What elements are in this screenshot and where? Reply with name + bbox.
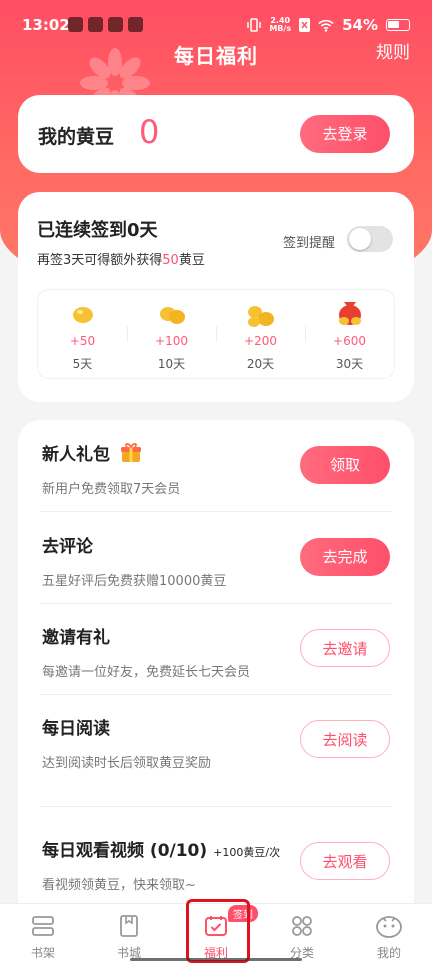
- task-name: 新人礼包: [42, 445, 110, 465]
- notification-icons: [68, 17, 143, 32]
- app-notification-icon: [88, 17, 103, 32]
- two-beans-icon: [159, 307, 185, 324]
- gift-icon: [121, 443, 141, 462]
- status-time: 13:02: [22, 16, 70, 34]
- my-beans-card: 我的黄豆 0 去登录: [18, 95, 414, 173]
- tab-mine[interactable]: 我的: [346, 904, 432, 964]
- my-beans-count: 0: [139, 113, 160, 151]
- claim-button[interactable]: 领取: [300, 446, 390, 484]
- tab-bookshelf[interactable]: 书架: [0, 904, 86, 964]
- signin-subtitle: 再签3天可得额外获得50黄豆: [37, 253, 205, 268]
- vibrate-icon: [247, 18, 262, 32]
- task-desc: 看视频领黄豆，快来领取~: [42, 878, 196, 893]
- task-item-daily-reading: 每日阅读 达到阅读时长后领取黄豆奖励 去阅读: [18, 694, 414, 807]
- battery-level: 54%: [342, 16, 378, 34]
- my-beans-label: 我的黄豆: [38, 126, 115, 148]
- task-item-review: 去评论 五星好评后免费获赠10000黄豆 去完成: [18, 512, 414, 604]
- task-desc: 每邀请一位好友，免费延长七天会员: [42, 665, 251, 680]
- tasks-card: 新人礼包 新用户免费领取7天会员 领取 去评论 五星好评后免费获赠10000黄豆…: [18, 420, 414, 920]
- divider: [40, 806, 392, 807]
- task-desc: 达到阅读时长后领取黄豆奖励: [42, 756, 212, 771]
- read-button[interactable]: 去阅读: [300, 720, 390, 758]
- status-right: 2.40 MB/s 54%: [247, 16, 410, 34]
- net-speed: 2.40 MB/s: [269, 16, 292, 33]
- bookstore-icon: [120, 915, 138, 937]
- signin-remind-label: 签到提醒: [283, 236, 336, 251]
- invite-button[interactable]: 去邀请: [300, 629, 390, 667]
- task-desc: 新用户免费领取7天会员: [42, 482, 181, 497]
- toggle-knob: [349, 228, 371, 250]
- task-name: 每日观看视频 (0/10) +100黄豆/次: [42, 841, 281, 861]
- bean-bag-icon: [338, 302, 361, 325]
- single-bean-icon: [72, 307, 93, 323]
- bean-pile-icon: [247, 306, 274, 327]
- milestone-item: +200 20天: [216, 290, 305, 378]
- task-item-watch-video: 每日观看视频 (0/10) +100黄豆/次 看视频领黄豆，快来领取~ 去观看: [18, 816, 414, 908]
- home-indicator: [130, 958, 302, 961]
- signin-milestones: +50 5天 +100 10天 +200 20天 +600 30天: [37, 289, 395, 379]
- signin-title: 已连续签到0天: [37, 220, 158, 241]
- battery-icon: [386, 19, 410, 31]
- watch-button[interactable]: 去观看: [300, 842, 390, 880]
- app-notification-icon: [128, 17, 143, 32]
- task-item-newbie-gift: 新人礼包 新用户免费领取7天会员 领取: [18, 420, 414, 512]
- wifi-icon: [318, 19, 334, 32]
- app-notification-icon: [68, 17, 83, 32]
- highlight-box: [186, 899, 250, 963]
- page-title: 每日福利: [174, 44, 258, 68]
- task-name: 每日阅读: [42, 719, 110, 739]
- complete-button[interactable]: 去完成: [300, 538, 390, 576]
- signin-card: 已连续签到0天 再签3天可得额外获得50黄豆 签到提醒 +50 5天 +100 …: [18, 192, 414, 402]
- tab-bookstore[interactable]: 书城: [86, 904, 172, 964]
- task-item-invite: 邀请有礼 每邀请一位好友，免费延长七天会员 去邀请: [18, 603, 414, 695]
- grid-icon: [292, 916, 312, 936]
- milestone-item: +100 10天: [127, 290, 216, 378]
- sim-off-icon: [299, 18, 311, 32]
- task-reward-per: +100黄豆/次: [213, 846, 281, 859]
- app-notification-icon: [108, 17, 123, 32]
- task-name: 去评论: [42, 537, 93, 557]
- profile-icon: [376, 916, 402, 938]
- milestone-item: +600 30天: [305, 290, 394, 378]
- task-desc: 五星好评后免费获赠10000黄豆: [42, 574, 227, 589]
- bookshelf-icon: [32, 916, 54, 936]
- milestone-item: +50 5天: [38, 290, 127, 378]
- rules-link[interactable]: 规则: [376, 38, 410, 63]
- tab-category[interactable]: 分类: [259, 904, 345, 964]
- login-button[interactable]: 去登录: [300, 115, 390, 153]
- task-name: 邀请有礼: [42, 628, 110, 648]
- signin-remind-toggle[interactable]: [347, 226, 393, 252]
